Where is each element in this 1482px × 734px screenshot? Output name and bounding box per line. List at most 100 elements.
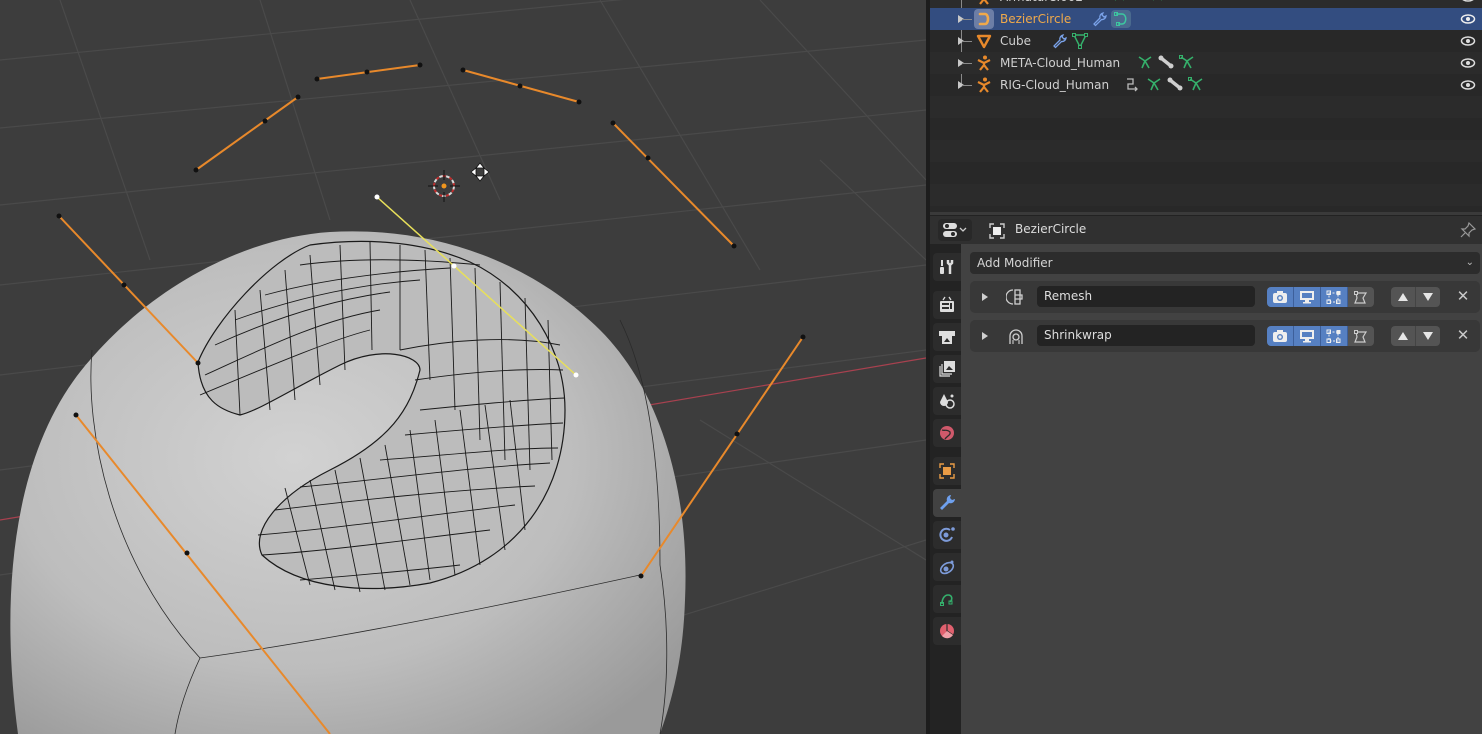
tab-world[interactable] (933, 419, 961, 447)
mesh-data-icon[interactable] (1071, 32, 1089, 50)
3d-cursor-icon[interactable] (428, 170, 460, 202)
viewport-toggle[interactable] (1294, 287, 1321, 307)
pose-icon[interactable] (1136, 54, 1154, 70)
visibility-eye-icon[interactable] (1460, 55, 1476, 71)
outliner-row-label: BezierCircle (1000, 12, 1072, 26)
triangle-down-icon (1423, 293, 1433, 301)
outliner-row-label: META-Cloud_Human (1000, 56, 1121, 70)
remove-modifier-button[interactable]: ✕ (1454, 286, 1472, 306)
monitor-icon (1300, 330, 1314, 343)
camera-icon (1273, 330, 1287, 342)
outliner-row-label: Cube (1000, 34, 1031, 48)
on-cage-icon (1354, 330, 1368, 343)
row-data-icons (1124, 76, 1205, 92)
object-icon (939, 463, 955, 479)
bone-icon[interactable] (1166, 76, 1184, 92)
outliner[interactable]: Armature.002 BezierCircle Cube (930, 0, 1482, 212)
render-toggle[interactable] (1267, 326, 1294, 346)
modifier-name-field[interactable]: Remesh (1037, 286, 1255, 307)
armature-icon (974, 53, 994, 73)
outliner-row-beziercircle[interactable]: BezierCircle (930, 8, 1482, 30)
monitor-icon (1300, 291, 1314, 304)
edit-mode-icon (1326, 329, 1341, 343)
armature-data-icon[interactable] (1178, 54, 1196, 70)
tab-object-data[interactable] (933, 585, 961, 613)
viewport-toggle[interactable] (1294, 326, 1321, 346)
modifier-toggles (1267, 287, 1374, 307)
tab-particles[interactable] (933, 521, 961, 549)
visibility-eye-icon[interactable] (1460, 33, 1476, 49)
modifier-panel-shrinkwrap[interactable]: Shrinkwrap ✕ (970, 320, 1480, 352)
move-up-button[interactable] (1391, 287, 1416, 307)
outliner-row-rig-cloud-human[interactable]: RIG-Cloud_Human (930, 74, 1482, 96)
shrinkwrap-icon (1009, 329, 1023, 344)
tab-material[interactable] (933, 617, 961, 645)
particles-icon (939, 527, 955, 542)
editor-type-button[interactable] (938, 219, 972, 241)
outliner-row-armature-002[interactable]: Armature.002 (930, 0, 1482, 8)
bone-icon[interactable] (1157, 54, 1175, 70)
row-data-icons (1052, 32, 1089, 50)
curve-data-icon (940, 594, 953, 606)
constraint-icon[interactable] (1124, 76, 1142, 92)
add-modifier-dropdown[interactable]: Add Modifier ⌄ (970, 252, 1480, 274)
remesh-icon (1006, 289, 1023, 305)
properties-header: BezierCircle (930, 215, 1482, 245)
modifier-properties: Add Modifier ⌄ Remesh ✕ Shrinkwrap ✕ (961, 244, 1482, 734)
outliner-row-meta-cloud-human[interactable]: META-Cloud_Human (930, 52, 1482, 74)
curve-object-icon (974, 9, 994, 29)
armature-data-icon[interactable] (1187, 76, 1205, 92)
tree-branch (962, 19, 972, 20)
tab-physics[interactable] (933, 553, 961, 581)
object-icon (989, 223, 1005, 239)
triangle-up-icon (1398, 293, 1408, 301)
modifier-wrench-icon[interactable] (1052, 33, 1068, 49)
modifier-panel-remesh[interactable]: Remesh ✕ (970, 281, 1480, 313)
visibility-eye-icon[interactable] (1460, 11, 1476, 27)
tab-tool[interactable] (933, 253, 961, 281)
tab-output[interactable] (933, 323, 961, 351)
on-cage-toggle[interactable] (1348, 287, 1374, 307)
tab-view-layer[interactable] (933, 355, 961, 383)
expand-arrow-icon[interactable] (982, 293, 988, 301)
move-down-button[interactable] (1416, 287, 1440, 307)
armature-icon (974, 0, 994, 7)
modifier-move-buttons (1391, 326, 1440, 346)
edit-mode-toggle[interactable] (1321, 326, 1348, 346)
tab-modifiers[interactable] (933, 489, 961, 517)
move-up-button[interactable] (1391, 326, 1416, 346)
viewport-canvas[interactable] (0, 0, 926, 734)
expand-arrow-icon[interactable] (982, 332, 988, 340)
scene-icon (940, 394, 955, 409)
camera-icon (1273, 291, 1287, 303)
3d-viewport[interactable] (0, 0, 926, 734)
curve-data-icon[interactable] (1111, 10, 1131, 28)
outliner-row-cube[interactable]: Cube (930, 30, 1482, 52)
visibility-eye-icon[interactable] (1460, 0, 1476, 5)
outliner-row-label: RIG-Cloud_Human (1000, 78, 1110, 92)
move-down-button[interactable] (1416, 326, 1440, 346)
modifier-toggles (1267, 326, 1374, 346)
modifier-wrench-icon[interactable] (1092, 11, 1108, 27)
triangle-down-icon (1423, 332, 1433, 340)
move-cursor-icon (470, 162, 490, 182)
edit-mode-toggle[interactable] (1267, 287, 1294, 307)
add-modifier-label: Add Modifier (977, 256, 1053, 270)
remove-modifier-button[interactable]: ✕ (1454, 325, 1472, 345)
tab-render[interactable] (933, 291, 961, 319)
modifier-name-field[interactable]: Shrinkwrap (1037, 325, 1255, 346)
pose-icon[interactable] (1145, 76, 1163, 92)
on-cage-toggle[interactable] (1348, 326, 1374, 346)
properties-icon (943, 223, 967, 237)
view-layer-icon (939, 361, 955, 377)
mesh-object-icon (974, 31, 994, 51)
tab-object[interactable] (933, 457, 961, 485)
visibility-eye-icon[interactable] (1460, 77, 1476, 93)
physics-icon (939, 560, 955, 575)
pin-icon[interactable] (1460, 222, 1476, 238)
armature-icon (974, 75, 994, 95)
edit-mode-toggle[interactable] (1321, 287, 1348, 307)
tab-scene[interactable] (933, 387, 961, 415)
tree-branch (962, 63, 972, 64)
triangle-up-icon (1398, 332, 1408, 340)
